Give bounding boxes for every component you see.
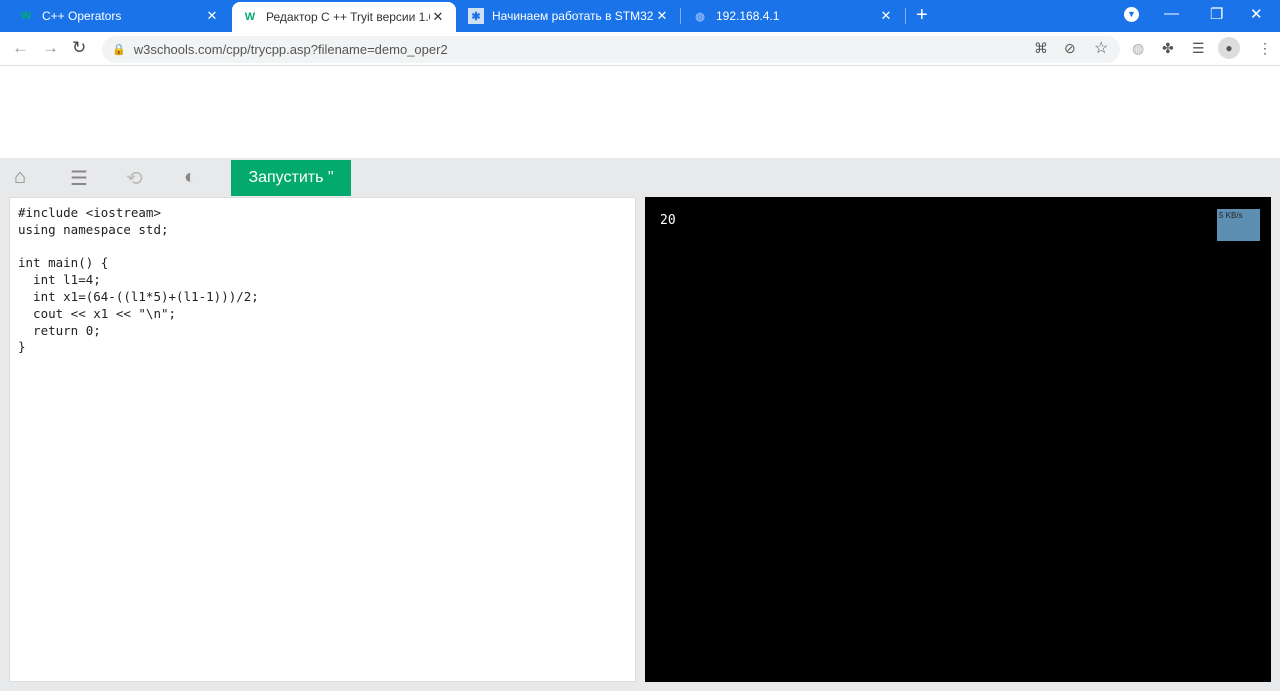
globe-extension-icon[interactable]: ◍ — [1132, 40, 1144, 57]
new-tab-button[interactable]: + — [916, 4, 928, 27]
lock-icon: 🔒 — [112, 44, 126, 56]
tab-bar: W C++ Operators ✕ W Редактор C ++ Tryit … — [0, 0, 1280, 32]
stm-icon: ✱ — [468, 8, 484, 24]
tab-search-icon[interactable]: ▼ — [1124, 7, 1139, 22]
run-button[interactable]: Запустить " — [231, 160, 351, 196]
forward-icon[interactable]: → — [42, 38, 59, 58]
network-speed-widget[interactable]: 5 KB/s — [1217, 209, 1260, 241]
address-bar: ← → ↻ 🔒 w3schools.com/cpp/trycpp.asp?fil… — [0, 32, 1280, 66]
back-icon[interactable]: ← — [12, 38, 29, 58]
restore-button[interactable]: ❐ — [1210, 5, 1223, 23]
output-text: 20 — [660, 213, 676, 228]
code-text[interactable]: #include <iostream> using namespace std;… — [10, 198, 635, 356]
close-tab-icon[interactable]: ✕ — [654, 8, 670, 24]
tab-stm32[interactable]: ✱ Начинаем работать в STM32Cu ✕ — [458, 0, 680, 32]
close-tab-icon[interactable]: ✕ — [430, 9, 446, 25]
close-window-button[interactable]: ✕ — [1250, 5, 1263, 23]
minimize-button[interactable]: — — [1164, 5, 1179, 22]
rotate-layout-icon[interactable]: ⟲ — [126, 166, 143, 191]
editor-toolbar: ⌂ ☰ ⟲ ◐ — [0, 158, 1280, 196]
tab-tryit-editor[interactable]: W Редактор C ++ Tryit версии 1.0 ✕ — [232, 2, 456, 32]
bookmark-star-icon[interactable]: ☆ — [1094, 38, 1108, 58]
output-panel: 20 5 KB/s — [645, 197, 1271, 682]
extensions-puzzle-icon[interactable]: ✤ — [1162, 40, 1174, 57]
tab-separator — [680, 8, 681, 24]
media-icon[interactable]: ☰ — [1192, 40, 1205, 57]
tab-separator — [905, 8, 906, 24]
profile-avatar[interactable]: ● — [1218, 37, 1240, 59]
w3schools-icon: W — [244, 11, 256, 23]
ad-area — [0, 66, 1280, 158]
tracking-blocked-icon[interactable]: ⊘ — [1064, 40, 1076, 57]
translate-icon[interactable]: ⌘ — [1034, 40, 1048, 57]
w3schools-icon: W — [20, 10, 32, 22]
home-icon[interactable]: ⌂ — [14, 166, 26, 189]
close-tab-icon[interactable]: ✕ — [204, 8, 220, 24]
close-tab-icon[interactable]: ✕ — [878, 8, 894, 24]
url-field[interactable]: 🔒 w3schools.com/cpp/trycpp.asp?filename=… — [102, 36, 1120, 63]
menu-icon[interactable]: ☰ — [70, 166, 88, 191]
tab-192-168-4-1[interactable]: ◍ 192.168.4.1 ✕ — [682, 0, 904, 32]
menu-kebab-icon[interactable]: ⋮ — [1258, 40, 1272, 57]
contrast-icon[interactable]: ◐ — [184, 166, 196, 189]
globe-icon: ◍ — [695, 10, 705, 23]
reload-icon[interactable]: ↻ — [72, 38, 86, 58]
code-editor[interactable]: #include <iostream> using namespace std;… — [9, 197, 636, 682]
tab-cpp-operators[interactable]: W C++ Operators ✕ — [8, 0, 230, 32]
